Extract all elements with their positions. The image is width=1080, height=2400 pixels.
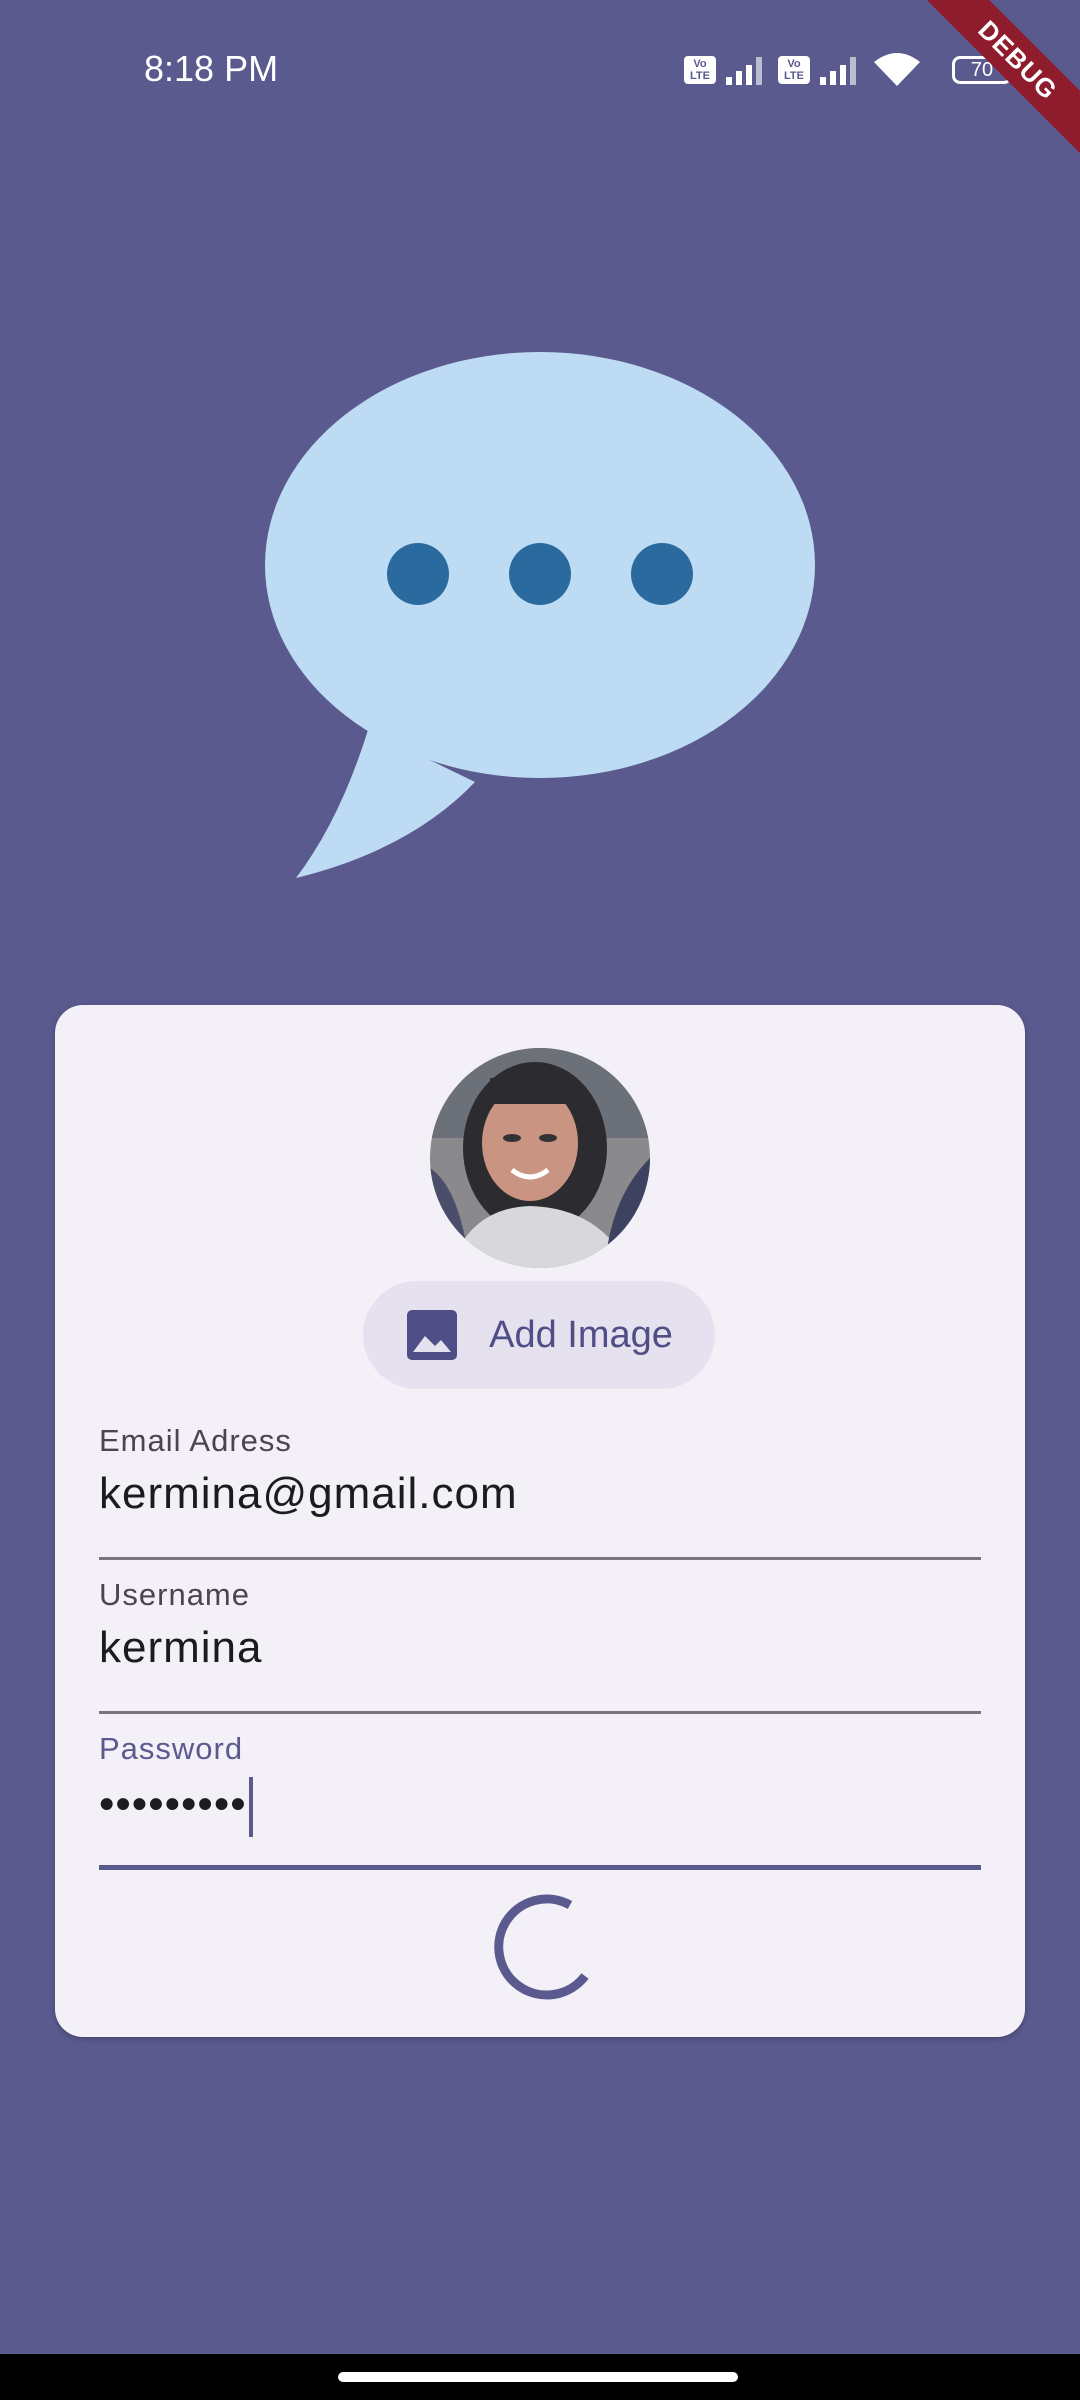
username-label: Username (99, 1577, 250, 1612)
add-image-button[interactable]: Add Image (363, 1281, 715, 1389)
username-field[interactable]: Username kermina (99, 1577, 981, 1717)
password-label: Password (99, 1731, 244, 1766)
password-field[interactable]: Password ••••••••• (99, 1731, 981, 1871)
username-value[interactable]: kermina (99, 1623, 981, 1673)
home-handle[interactable] (338, 2372, 738, 2382)
loading-spinner (494, 1894, 589, 2000)
image-icon (407, 1310, 458, 1360)
status-bar: 8:18 PM Vo LTE Vo LTE 70 DEBUG (0, 0, 1080, 168)
chat-bubble-icon (265, 352, 815, 878)
volte-icon-2: Vo LTE (778, 56, 810, 84)
email-field[interactable]: Email Adress kermina@gmail.com (99, 1423, 981, 1563)
status-time: 8:18 PM (144, 48, 279, 89)
email-label: Email Adress (99, 1423, 292, 1458)
email-underline (99, 1557, 981, 1560)
password-value: ••••••••• (99, 1779, 247, 1829)
profile-photo (430, 1048, 650, 1268)
status-icons: Vo LTE Vo LTE (684, 52, 922, 88)
email-value[interactable]: kermina@gmail.com (99, 1469, 981, 1519)
add-image-label: Add Image (489, 1313, 673, 1356)
volte-icon: Vo LTE (684, 56, 716, 84)
signal-icon (726, 57, 762, 85)
password-underline (99, 1865, 981, 1870)
password-input-row[interactable]: ••••••••• (99, 1777, 981, 1837)
navigation-bar (0, 2354, 1080, 2400)
wifi-icon (874, 53, 920, 86)
register-card: Add Image Email Adress kermina@gmail.com… (55, 1005, 1025, 2037)
avatar[interactable] (430, 1048, 650, 1268)
text-cursor (248, 1777, 253, 1837)
signal-icon-2 (820, 57, 856, 85)
username-underline (99, 1711, 981, 1714)
